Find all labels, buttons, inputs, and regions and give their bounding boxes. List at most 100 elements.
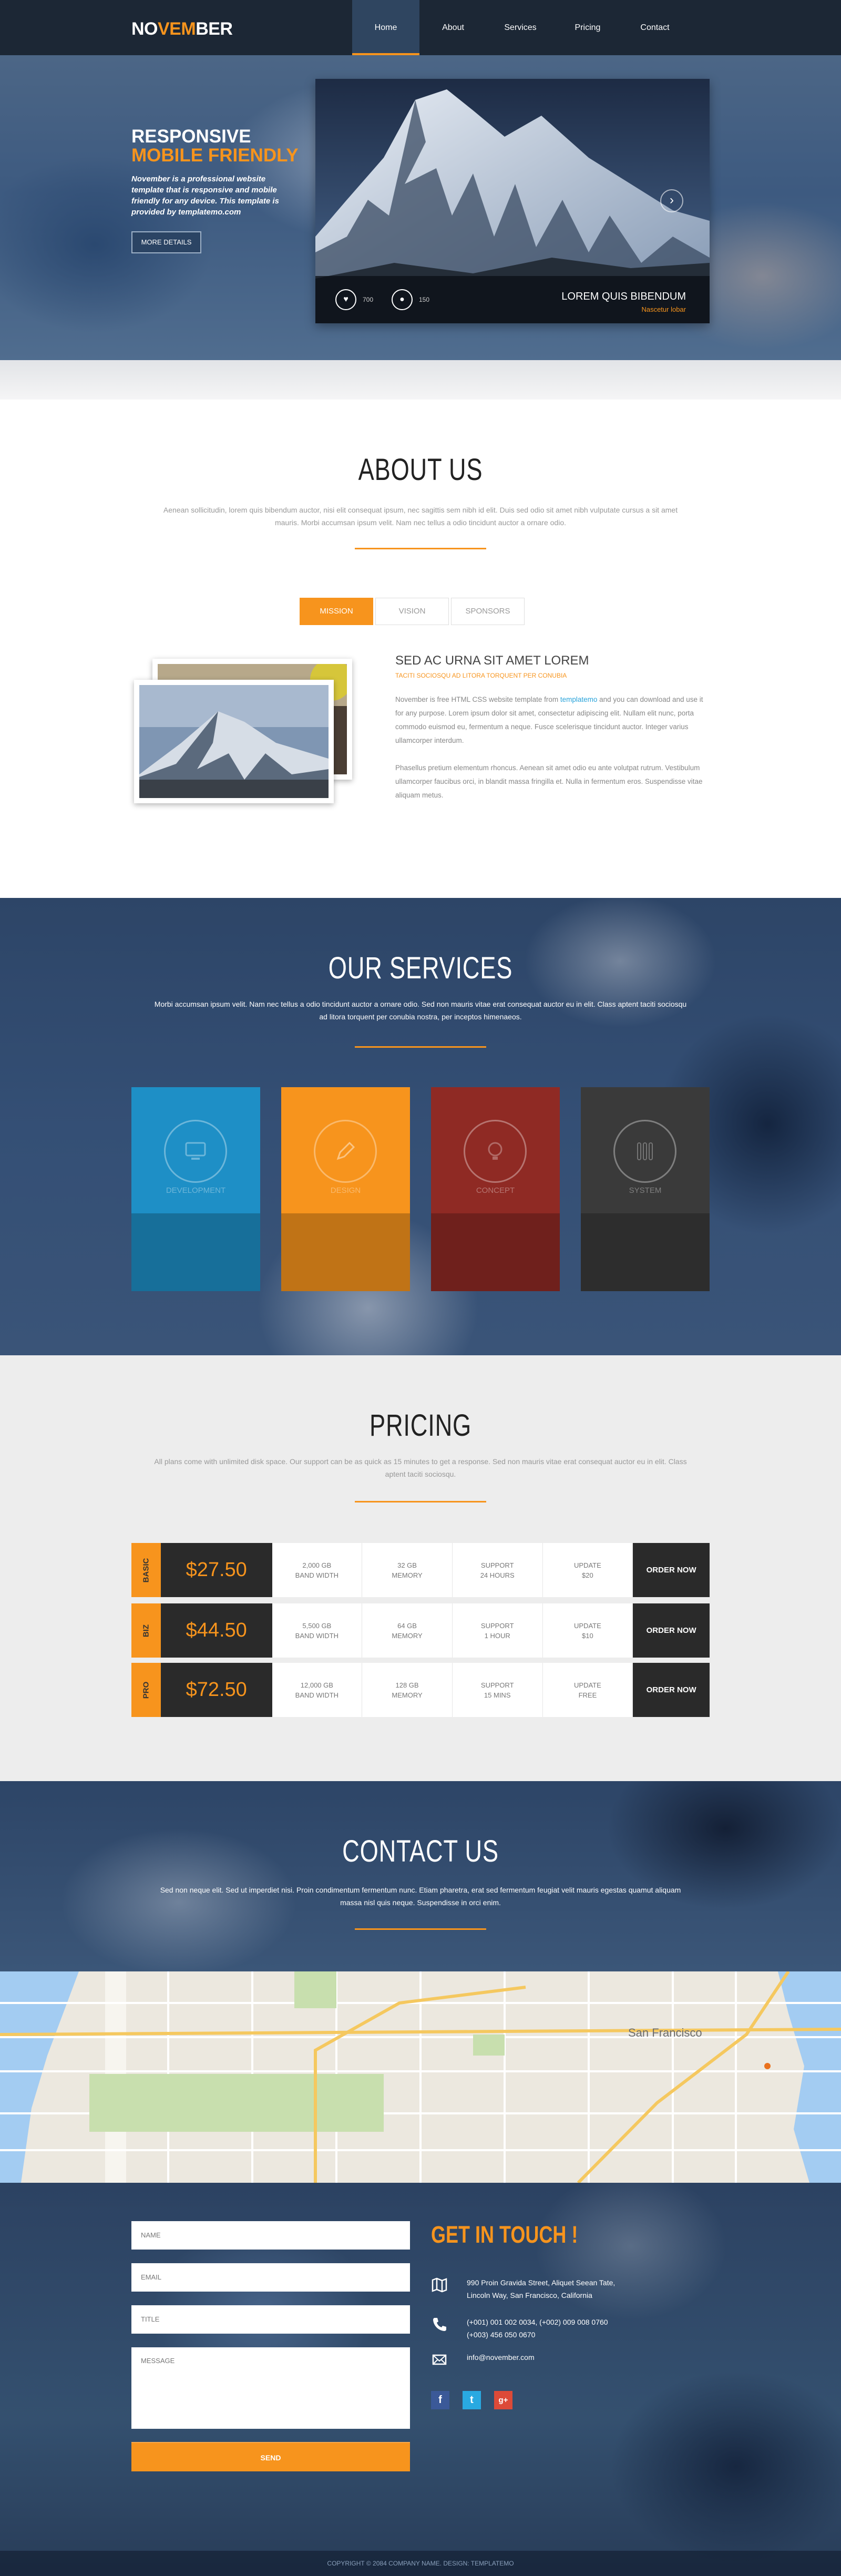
contact-section bbox=[0, 1781, 841, 1971]
map-image bbox=[0, 1971, 841, 2183]
google-plus-icon[interactable]: g+ bbox=[494, 2391, 512, 2409]
heart-icon: ♥ bbox=[335, 289, 356, 310]
slide-subtitle: Nascetur lobar bbox=[641, 305, 686, 313]
card-photo-shade bbox=[431, 1213, 560, 1291]
envelope-icon bbox=[432, 2354, 447, 2365]
tab-heading: SED AC URNA SIT AMET LOREM bbox=[395, 653, 589, 668]
plan-name-tab: BASIC bbox=[131, 1543, 161, 1597]
plan-memory: 128 GB MEMORY bbox=[362, 1663, 453, 1717]
slide-title: LOREM QUIS BIBENDUM bbox=[561, 291, 686, 302]
likes-stat[interactable]: ♥ 700 bbox=[335, 289, 373, 310]
plan-bandwidth: 12,000 GB BAND WIDTH bbox=[272, 1663, 363, 1717]
email-link[interactable]: info@november.com bbox=[467, 2351, 535, 2364]
pricing-row-pro: PRO $72.50 12,000 GB BAND WIDTH 128 GB MEM… bbox=[131, 1663, 710, 1717]
services-divider bbox=[355, 1046, 486, 1048]
title-field[interactable]: TITLE bbox=[131, 2305, 410, 2334]
plan-name-tab: BIZ bbox=[131, 1603, 161, 1658]
address-info: 990 Proin Gravida Street, Aliquet Seean … bbox=[431, 2276, 615, 2302]
message-field[interactable]: MESSAGE bbox=[131, 2347, 410, 2429]
monitor-icon bbox=[185, 1142, 206, 1160]
plan-bandwidth: 2,000 GB BAND WIDTH bbox=[272, 1543, 363, 1597]
pricing-divider bbox=[355, 1501, 486, 1502]
card-label: SYSTEM bbox=[629, 1186, 662, 1195]
more-details-button[interactable]: MORE DETAILS bbox=[131, 231, 201, 253]
tab-sponsors[interactable]: SPONSORS bbox=[451, 598, 525, 625]
likes-count: 700 bbox=[363, 296, 374, 303]
name-field[interactable]: NAME bbox=[131, 2221, 410, 2250]
contact-divider bbox=[355, 1928, 486, 1930]
get-in-touch-heading: GET IN TOUCH ! bbox=[431, 2221, 578, 2248]
plan-memory: 64 GB MEMORY bbox=[362, 1603, 453, 1658]
send-button[interactable]: SEND bbox=[131, 2442, 410, 2471]
services-title: OUR SERVICES bbox=[328, 951, 513, 985]
nav-contact[interactable]: Contact bbox=[621, 0, 689, 55]
contact-form-section bbox=[0, 2183, 841, 2576]
contact-title: CONTACT US bbox=[342, 1834, 499, 1868]
tab-paragraph-2: Phasellus pretium elementum rhoncus. Aen… bbox=[395, 764, 703, 799]
hero-image-slider[interactable]: › ♥ 700 ● 150 LOREM QUIS BIBENDUM Nascet… bbox=[315, 79, 710, 323]
plan-update: UPDATE $20 bbox=[543, 1543, 633, 1597]
phone-info: (+001) 001 002 0034, (+002) 009 008 0760… bbox=[431, 2316, 608, 2341]
hero-heading-line2: MOBILE FRIENDLY bbox=[131, 145, 299, 166]
comment-icon: ● bbox=[392, 289, 413, 310]
comments-stat[interactable]: ● 150 bbox=[392, 289, 429, 310]
facebook-icon[interactable]: f bbox=[431, 2391, 449, 2409]
slider-next-arrow-icon[interactable]: › bbox=[660, 189, 683, 212]
nav-home[interactable]: Home bbox=[352, 0, 419, 55]
sliders-icon bbox=[637, 1142, 653, 1160]
nav-pricing[interactable]: Pricing bbox=[554, 0, 621, 55]
twitter-icon[interactable]: t bbox=[463, 2391, 481, 2409]
site-logo[interactable]: NOVEMBER bbox=[131, 19, 233, 39]
order-now-button[interactable]: ORDER NOW bbox=[633, 1663, 710, 1717]
about-divider bbox=[355, 548, 486, 549]
tab-subheading: TACITI SOCIOSQU AD LITORA TORQUENT PER C… bbox=[395, 672, 567, 679]
about-tabs: MISSION VISION SPONSORS bbox=[300, 598, 527, 625]
front-photo-image bbox=[139, 685, 329, 798]
nav-services[interactable]: Services bbox=[487, 0, 554, 55]
tab-paragraph-1: November is free HTML CSS website templa… bbox=[395, 696, 703, 744]
pricing-row-basic: BASIC $27.50 2,000 GB BAND WIDTH 32 GB MEM… bbox=[131, 1543, 710, 1597]
email-info: info@november.com bbox=[431, 2351, 535, 2368]
contact-text: Sed non neque elit. Sed ut imperdiet nis… bbox=[160, 1886, 681, 1907]
comments-count: 150 bbox=[419, 296, 430, 303]
service-card-concept[interactable]: CONCEPT bbox=[431, 1087, 560, 1291]
about-title: ABOUT US bbox=[358, 453, 483, 487]
plan-name-tab: PRO bbox=[131, 1663, 161, 1717]
about-text: Aenean sollicitudin, lorem quis bibendum… bbox=[163, 506, 678, 527]
copyright-footer: COPYRIGHT © 2084 COMPANY NAME. DESIGN: T… bbox=[0, 2551, 841, 2576]
tab-mission[interactable]: MISSION bbox=[300, 598, 373, 625]
plan-bandwidth: 5,500 GB BAND WIDTH bbox=[272, 1603, 363, 1658]
tab-vision[interactable]: VISION bbox=[375, 598, 449, 625]
service-card-development[interactable]: DEVELOPMENT bbox=[131, 1087, 260, 1291]
plan-update: UPDATE FREE bbox=[543, 1663, 633, 1717]
location-map[interactable]: San Francisco bbox=[0, 1971, 841, 2183]
slide-caption-bar: ♥ 700 ● 150 LOREM QUIS BIBENDUM Nascetur… bbox=[315, 276, 710, 323]
plan-price: $72.50 bbox=[160, 1663, 272, 1717]
order-now-button[interactable]: ORDER NOW bbox=[633, 1603, 710, 1658]
nav-about[interactable]: About bbox=[419, 0, 487, 55]
pricing-text: All plans come with unlimited disk space… bbox=[154, 1457, 687, 1478]
plan-price: $44.50 bbox=[160, 1603, 272, 1658]
service-card-system[interactable]: SYSTEM bbox=[581, 1087, 710, 1291]
service-card-design[interactable]: DESIGN bbox=[281, 1087, 410, 1291]
plan-price: $27.50 bbox=[160, 1543, 272, 1597]
lightbulb-icon bbox=[488, 1142, 502, 1160]
services-text: Morbi accumsan ipsum velit. Nam nec tell… bbox=[154, 1000, 687, 1021]
pencil-icon bbox=[336, 1141, 355, 1160]
map-icon bbox=[432, 2277, 447, 2293]
hero-description: November is a professional website templ… bbox=[131, 175, 279, 217]
card-label: DEVELOPMENT bbox=[166, 1186, 226, 1195]
hero-base-strip bbox=[0, 360, 841, 400]
card-label: CONCEPT bbox=[476, 1186, 515, 1195]
pricing-row-biz: BIZ $44.50 5,500 GB BAND WIDTH 64 GB MEMOR… bbox=[131, 1603, 710, 1658]
card-label: DESIGN bbox=[330, 1186, 361, 1195]
templatemo-link[interactable]: templatemo bbox=[560, 696, 598, 703]
plan-update: UPDATE $10 bbox=[543, 1603, 633, 1658]
top-navbar: NOVEMBER Home About Services Pricing Con… bbox=[0, 0, 841, 55]
order-now-button[interactable]: ORDER NOW bbox=[633, 1543, 710, 1597]
pricing-title: PRICING bbox=[370, 1408, 471, 1443]
photo-stack bbox=[131, 655, 357, 812]
main-menu: Home About Services Pricing Contact bbox=[352, 0, 689, 55]
email-field[interactable]: EMAIL bbox=[131, 2263, 410, 2292]
card-photo-shade bbox=[281, 1213, 410, 1291]
